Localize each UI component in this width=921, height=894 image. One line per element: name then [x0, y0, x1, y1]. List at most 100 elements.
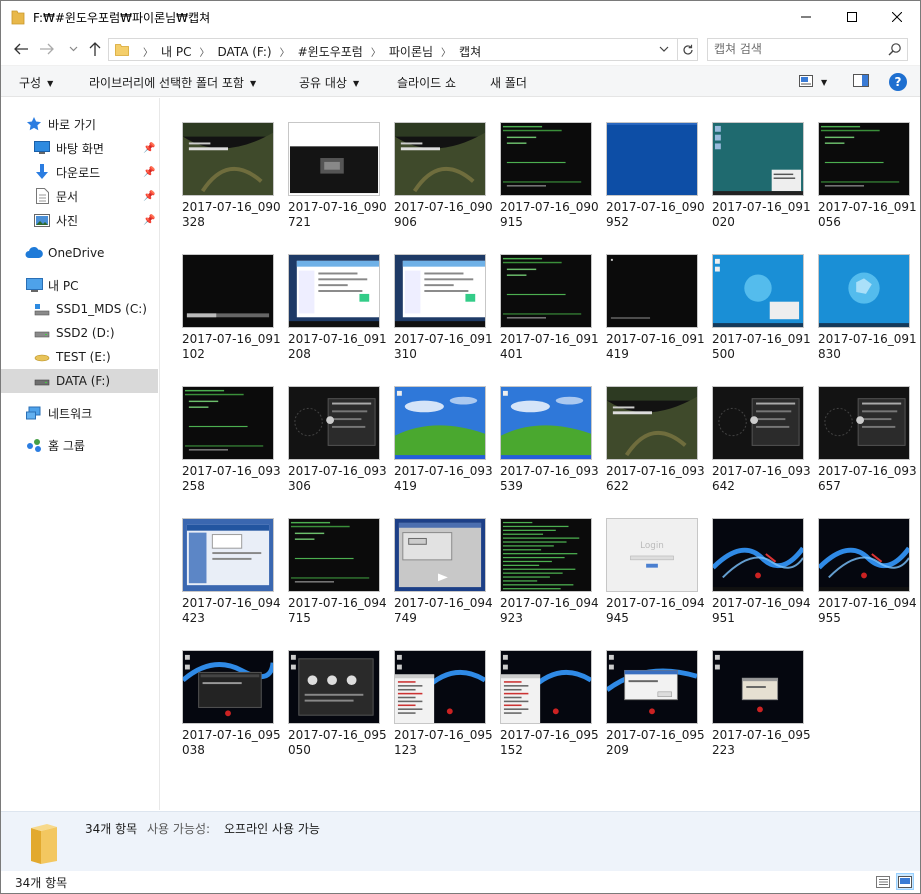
nav-desktop[interactable]: 바탕 화면 📌: [33, 136, 157, 160]
file-item[interactable]: 2017-07-16_093539: [500, 386, 604, 516]
file-item[interactable]: 2017-07-16_095209: [606, 650, 710, 780]
file-item[interactable]: 2017-07-16_095223: [712, 650, 816, 780]
help-button[interactable]: ?: [889, 73, 907, 91]
organize-menu[interactable]: 구성 ▼: [19, 74, 53, 91]
file-item[interactable]: 2017-07-16_094423: [182, 518, 286, 648]
nav-documents[interactable]: 문서 📌: [33, 184, 157, 208]
file-thumbnail[interactable]: [818, 386, 910, 460]
file-item[interactable]: 2017-07-16_094923: [500, 518, 604, 648]
forward-arrow-icon[interactable]: [37, 39, 57, 59]
nav-homegroup[interactable]: 홈 그룹: [25, 433, 85, 457]
search-input[interactable]: [714, 42, 874, 56]
recent-locations-chevron-icon[interactable]: [63, 39, 83, 59]
file-thumbnail[interactable]: [500, 518, 592, 592]
chevron-down-icon[interactable]: [659, 42, 669, 59]
file-item[interactable]: 2017-07-16_093642: [712, 386, 816, 516]
file-item[interactable]: 2017-07-16_094749: [394, 518, 498, 648]
file-thumbnail[interactable]: [500, 386, 592, 460]
file-thumbnail[interactable]: [712, 518, 804, 592]
chevron-right-icon[interactable]: 〉: [371, 44, 381, 59]
file-thumbnail[interactable]: [394, 386, 486, 460]
file-item[interactable]: 2017-07-16_091102: [182, 254, 286, 384]
file-item[interactable]: 2017-07-16_090906: [394, 122, 498, 252]
file-item[interactable]: 2017-07-16_091056: [818, 122, 921, 252]
file-item[interactable]: 2017-07-16_093306: [288, 386, 392, 516]
nav-pictures[interactable]: 사진 📌: [33, 208, 157, 232]
file-thumbnail[interactable]: [606, 386, 698, 460]
file-thumbnail[interactable]: [818, 254, 910, 328]
file-thumbnail[interactable]: [712, 650, 804, 724]
file-thumbnail[interactable]: [182, 518, 274, 592]
file-thumbnail[interactable]: [394, 254, 486, 328]
new-folder-button[interactable]: 새 폴더: [490, 74, 527, 91]
file-thumbnail[interactable]: [394, 650, 486, 724]
file-thumbnail[interactable]: [182, 254, 274, 328]
file-thumbnail[interactable]: [182, 122, 274, 196]
file-item[interactable]: 2017-07-16_094951: [712, 518, 816, 648]
file-item[interactable]: 2017-07-16_090721: [288, 122, 392, 252]
nav-drive-d[interactable]: SSD2 (D:): [33, 321, 115, 345]
file-item[interactable]: 2017-07-16_093657: [818, 386, 921, 516]
minimize-button[interactable]: [783, 1, 829, 33]
file-thumbnail[interactable]: [818, 122, 910, 196]
nav-onedrive[interactable]: OneDrive: [25, 241, 104, 265]
file-thumbnail[interactable]: [288, 122, 380, 196]
search-box[interactable]: [707, 38, 908, 61]
maximize-button[interactable]: [829, 1, 875, 33]
file-item[interactable]: 2017-07-16_091310: [394, 254, 498, 384]
file-item[interactable]: 2017-07-16_091020: [712, 122, 816, 252]
share-menu[interactable]: 공유 대상 ▼: [299, 74, 359, 91]
file-item[interactable]: 2017-07-16_095123: [394, 650, 498, 780]
file-thumbnail[interactable]: [712, 386, 804, 460]
file-item[interactable]: Login 2017-07-16_094945: [606, 518, 710, 648]
file-item[interactable]: 2017-07-16_091401: [500, 254, 604, 384]
file-thumbnail[interactable]: [288, 518, 380, 592]
file-thumbnail[interactable]: [818, 518, 910, 592]
breadcrumb-capture[interactable]: 캡쳐: [459, 43, 481, 60]
file-item[interactable]: 2017-07-16_095152: [500, 650, 604, 780]
nav-drive-e[interactable]: TEST (E:): [33, 345, 111, 369]
search-icon[interactable]: [888, 42, 902, 59]
nav-network[interactable]: 네트워크: [25, 401, 92, 425]
pin-icon[interactable]: 📌: [143, 167, 155, 178]
file-item[interactable]: 2017-07-16_090328: [182, 122, 286, 252]
large-icons-view-icon[interactable]: [896, 873, 914, 890]
file-thumbnail[interactable]: [288, 254, 380, 328]
pin-icon[interactable]: 📌: [143, 191, 155, 202]
chevron-right-icon[interactable]: 〉: [199, 44, 209, 59]
file-item[interactable]: 2017-07-16_095050: [288, 650, 392, 780]
slideshow-button[interactable]: 슬라이드 쇼: [397, 74, 456, 91]
details-view-icon[interactable]: [874, 873, 892, 890]
breadcrumb-pyron[interactable]: 파이론님: [389, 43, 433, 60]
change-view-button[interactable]: ▼: [799, 74, 835, 90]
file-thumbnail[interactable]: Login: [606, 518, 698, 592]
breadcrumb-windows-forum[interactable]: #윈도우포럼: [298, 43, 363, 60]
file-item[interactable]: 2017-07-16_091208: [288, 254, 392, 384]
file-thumbnail[interactable]: [712, 254, 804, 328]
pin-icon[interactable]: 📌: [143, 143, 155, 154]
file-thumbnail[interactable]: [606, 254, 698, 328]
chevron-right-icon[interactable]: 〉: [280, 44, 290, 59]
file-item[interactable]: 2017-07-16_093258: [182, 386, 286, 516]
nav-drive-f[interactable]: DATA (F:): [1, 369, 158, 393]
file-thumbnail[interactable]: [288, 386, 380, 460]
chevron-right-icon[interactable]: 〉: [143, 44, 153, 59]
file-item[interactable]: 2017-07-16_093622: [606, 386, 710, 516]
pin-icon[interactable]: 📌: [143, 215, 155, 226]
file-thumbnail[interactable]: [712, 122, 804, 196]
file-item[interactable]: 2017-07-16_090915: [500, 122, 604, 252]
file-item[interactable]: 2017-07-16_095038: [182, 650, 286, 780]
close-button[interactable]: [874, 1, 920, 33]
file-item[interactable]: 2017-07-16_090952: [606, 122, 710, 252]
file-thumbnail[interactable]: [500, 254, 592, 328]
nav-downloads[interactable]: 다운로드 📌: [33, 160, 157, 184]
breadcrumb-this-pc[interactable]: 내 PC: [161, 43, 191, 60]
preview-pane-button[interactable]: [853, 74, 871, 90]
file-item[interactable]: 2017-07-16_091419: [606, 254, 710, 384]
nav-this-pc[interactable]: 내 PC: [25, 273, 78, 297]
up-arrow-icon[interactable]: [85, 39, 105, 59]
file-thumbnail[interactable]: [606, 122, 698, 196]
file-thumbnail[interactable]: [500, 650, 592, 724]
file-thumbnail[interactable]: [500, 122, 592, 196]
back-arrow-icon[interactable]: [11, 39, 31, 59]
